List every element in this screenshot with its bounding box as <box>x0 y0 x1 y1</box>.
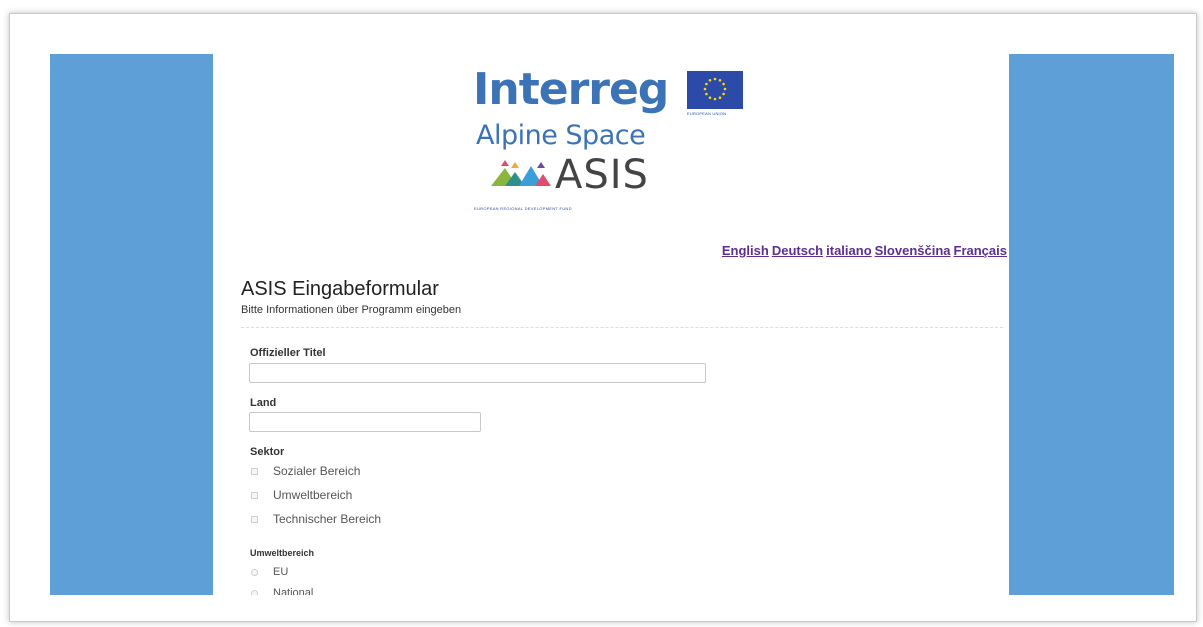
lang-link-italiano[interactable]: italiano <box>826 243 872 258</box>
interreg-asis-logo: Interreg EUROPEAN UNION Alpine Space ASI… <box>473 64 763 214</box>
sector-option-technical[interactable]: Technischer Bereich <box>251 512 381 526</box>
option-label: EU <box>273 566 289 578</box>
environment-option-eu[interactable]: EU <box>251 566 288 578</box>
logo-project-text: ASIS <box>555 152 649 198</box>
form-subtitle: Bitte Informationen über Programm eingeb… <box>241 304 462 316</box>
option-label: Technischer Bereich <box>273 512 382 526</box>
lang-link-francais[interactable]: Français <box>954 243 1007 258</box>
official-title-input[interactable] <box>249 363 706 383</box>
country-input[interactable] <box>249 412 481 432</box>
eu-label: EUROPEAN UNION <box>687 111 727 116</box>
main-content: Interreg EUROPEAN UNION Alpine Space ASI… <box>213 54 1009 595</box>
logo-interreg-text: Interreg <box>473 64 669 115</box>
sector-option-environment[interactable]: Umweltbereich <box>251 488 352 502</box>
lang-link-deutsch[interactable]: Deutsch <box>772 243 823 258</box>
checkbox[interactable] <box>251 515 258 523</box>
fund-label: EUROPEAN REGIONAL DEVELOPMENT FUND <box>474 206 572 211</box>
checkbox[interactable] <box>251 467 258 475</box>
form-title: ASIS Eingabeformular <box>241 278 439 300</box>
eu-flag-icon <box>687 71 743 109</box>
radio-button[interactable] <box>251 589 258 595</box>
sector-option-social[interactable]: Sozialer Bereich <box>251 464 360 478</box>
left-side-panel <box>50 54 213 595</box>
option-label: National <box>273 587 314 595</box>
language-switcher: English Deutsch italiano Slovenščina Françai… <box>719 242 1007 260</box>
option-label: Sozialer Bereich <box>273 464 361 478</box>
asis-triangles-icon <box>491 160 551 191</box>
browser-page: Interreg EUROPEAN UNION Alpine Space ASI… <box>9 13 1197 622</box>
lang-link-slovenscina[interactable]: Slovenščina <box>875 243 951 258</box>
checkbox[interactable] <box>251 491 258 499</box>
lang-link-english[interactable]: English <box>722 243 769 258</box>
environment-label: Umweltbereich <box>250 548 315 558</box>
right-side-panel <box>1009 54 1174 595</box>
option-label: Umweltbereich <box>273 488 353 502</box>
form-divider <box>241 327 1003 328</box>
official-title-label: Offizieller Titel <box>250 347 326 359</box>
environment-option-national[interactable]: National <box>251 587 313 595</box>
logo-program-text: Alpine Space <box>476 120 646 151</box>
country-label: Land <box>250 397 277 409</box>
sector-label: Sektor <box>250 446 285 458</box>
radio-button[interactable] <box>251 568 258 576</box>
